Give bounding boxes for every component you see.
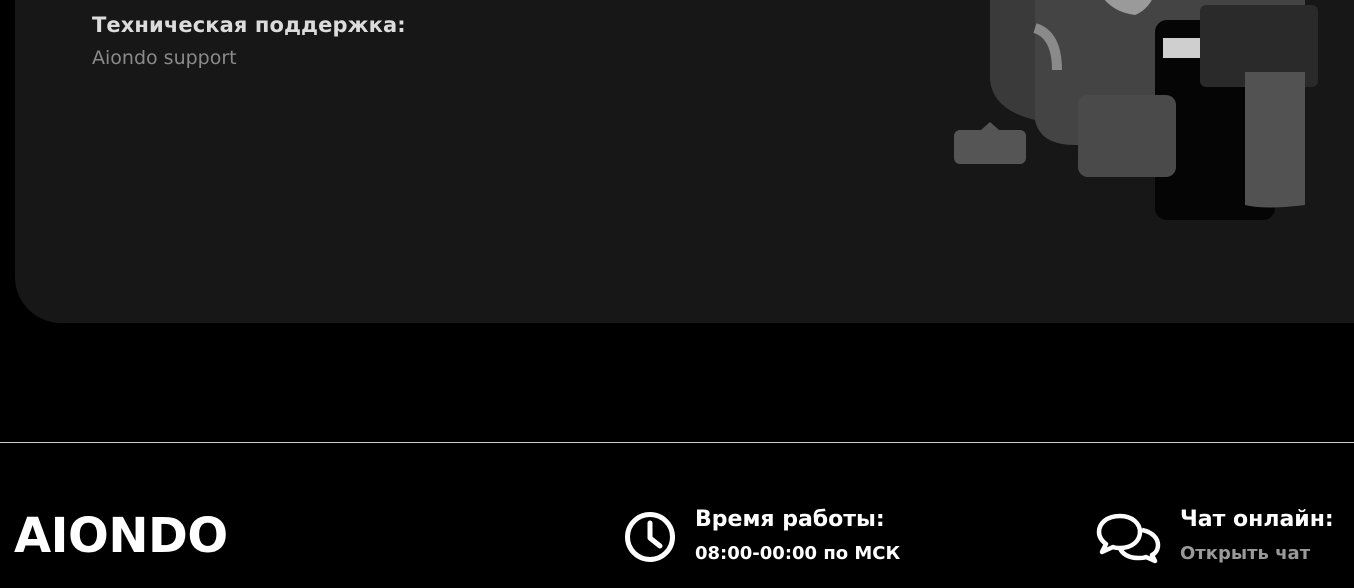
clock-icon (625, 512, 675, 562)
work-hours-title: Время работы: (695, 507, 885, 532)
footer-logo[interactable]: AIONDO (14, 508, 228, 564)
open-chat-link[interactable]: Открыть чат (1180, 543, 1310, 564)
chat-bubbles-icon (1096, 513, 1161, 564)
chat-online-title: Чат онлайн: (1180, 507, 1334, 532)
support-title: Техническая поддержка: (92, 13, 406, 37)
footer-divider (0, 442, 1354, 443)
support-link[interactable]: Aiondo support (92, 47, 237, 69)
support-illustration (954, 0, 1318, 220)
support-card: Техническая поддержка: Aiondo support (15, 0, 1354, 323)
work-hours-value: 08:00-00:00 по МСК (695, 543, 901, 564)
